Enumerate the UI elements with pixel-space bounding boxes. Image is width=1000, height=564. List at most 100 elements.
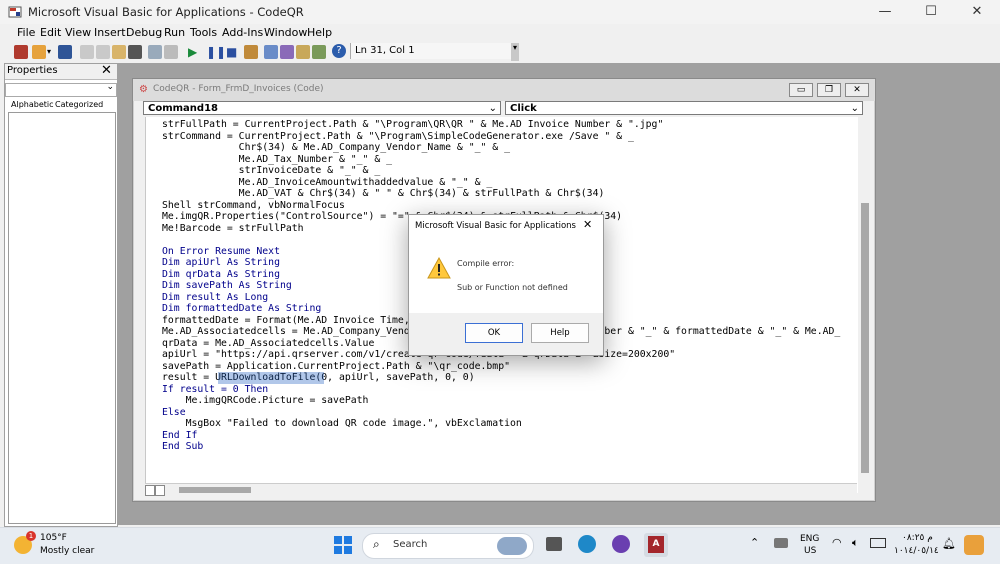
chevron-down-icon: ⌄	[488, 103, 497, 114]
code-line: End Sub	[162, 441, 204, 452]
menu-help[interactable]: Help	[307, 26, 332, 39]
code-close-button[interactable]: ✕	[845, 83, 869, 97]
object-combo[interactable]: Command18 ⌄	[143, 101, 501, 115]
search-placeholder: Search	[393, 539, 428, 550]
chevron-up-icon[interactable]: ⌃	[750, 536, 759, 549]
access-icon: A	[648, 536, 664, 553]
code-line: Chr$(34) & Me.AD_Company_Vendor_Name & "…	[162, 142, 510, 153]
chevron-down-icon: ⌄	[850, 103, 859, 114]
code-minimize-button[interactable]: ▭	[789, 83, 813, 97]
warning-icon	[427, 256, 451, 282]
dialog-close-icon[interactable]: ✕	[583, 218, 592, 231]
tab-categorized[interactable]: Categorized	[55, 100, 103, 109]
app-icon[interactable]	[612, 535, 630, 553]
vertical-scrollbar[interactable]	[859, 117, 871, 493]
object-selector[interactable]: ⌄	[5, 82, 117, 97]
copilot-icon[interactable]	[964, 535, 984, 555]
taskbar-search[interactable]: ⌕ Search	[362, 533, 534, 559]
dialog-title: Microsoft Visual Basic for Applications	[415, 221, 576, 231]
menu-insert[interactable]: Insert	[94, 26, 126, 39]
wifi-icon[interactable]: ◠	[832, 536, 842, 549]
design-mode-icon[interactable]	[244, 45, 258, 59]
procedure-combo[interactable]: Click ⌄	[505, 101, 863, 115]
code-line: End If	[162, 429, 198, 441]
undo-icon[interactable]	[148, 45, 162, 59]
code-line: Dim apiUrl As String	[162, 257, 280, 268]
network-off-icon[interactable]	[774, 538, 788, 548]
code-line: Else	[162, 406, 186, 418]
language-bottom[interactable]: US	[804, 546, 816, 556]
maximize-button[interactable]: ☐	[908, 0, 954, 24]
error-message: Sub or Function not defined	[457, 283, 568, 292]
menu-view[interactable]: View	[65, 26, 91, 39]
run-icon[interactable]: ▶	[188, 45, 197, 59]
view-access-icon[interactable]	[14, 45, 28, 59]
help-icon[interactable]: ?	[332, 44, 346, 58]
windows-start-icon[interactable]	[334, 536, 352, 554]
ok-button[interactable]: OK	[465, 323, 523, 343]
code-line: Me.AD_InvoiceAmountwithaddedvalue & "_" …	[162, 176, 493, 188]
code-line: If result = 0 Then	[162, 383, 269, 395]
standard-toolbar: ▾ ▶ ❚❚ ■ ? Ln 31, Col 1 ▾	[8, 43, 520, 62]
code-window-titlebar: ⚙ CodeQR - Form_FrmD_Invoices (Code) ▭ ❐…	[133, 79, 875, 101]
code-restore-button[interactable]: ❐	[817, 83, 841, 97]
access-taskbar-button[interactable]: A	[644, 533, 668, 557]
scroll-thumb[interactable]	[861, 203, 869, 473]
menu-run[interactable]: Run	[164, 26, 185, 39]
insert-module-icon[interactable]	[32, 45, 46, 59]
volume-icon[interactable]: 🔈︎	[852, 536, 859, 550]
battery-icon[interactable]	[870, 538, 886, 548]
full-module-view-icon[interactable]	[155, 485, 165, 496]
object-browser-icon[interactable]	[296, 45, 310, 59]
break-icon[interactable]: ❚❚	[206, 45, 226, 59]
save-icon[interactable]	[58, 45, 72, 59]
properties-list[interactable]	[8, 112, 116, 524]
notification-bell-icon[interactable]: 🔔︎	[942, 537, 956, 550]
paste-icon[interactable]	[112, 45, 126, 59]
code-line: Me.imgQRCode.Picture = savePath	[162, 395, 369, 406]
compile-error-dialog: Microsoft Visual Basic for Applications …	[408, 214, 604, 356]
redo-icon[interactable]	[164, 45, 178, 59]
menu-tools[interactable]: Tools	[190, 26, 217, 39]
code-line: Me.AD_VAT & Chr$(34) & " " & Chr$(34) & …	[162, 188, 605, 199]
reset-icon[interactable]: ■	[226, 45, 237, 59]
code-line: Shell strCommand, vbNormalFocus	[162, 199, 345, 211]
language-top[interactable]: ENG	[800, 534, 819, 544]
minimize-button[interactable]: —	[862, 0, 908, 24]
properties-window-icon[interactable]	[280, 45, 294, 59]
dialog-footer: OK Help	[409, 313, 603, 355]
menu-file[interactable]: File	[17, 26, 35, 39]
selection-highlight	[218, 372, 324, 384]
h-scroll-thumb[interactable]	[179, 487, 251, 493]
tab-alphabetic[interactable]: Alphabetic	[11, 100, 54, 109]
code-line: Dim qrData As String	[162, 268, 280, 280]
dropdown-arrow-icon[interactable]: ▾	[47, 47, 51, 56]
procedure-view-icon[interactable]	[145, 485, 155, 496]
code-line: Dim savePath As String	[162, 280, 292, 291]
search-highlight-icon	[497, 537, 527, 555]
code-line: Me.AD_Tax_Number & "_" & _	[162, 153, 393, 165]
toolbox-icon[interactable]	[312, 45, 326, 59]
error-heading: Compile error:	[457, 259, 515, 268]
menu-bar: File Edit View Insert Debug Run Tools Ad…	[0, 26, 1000, 42]
menu-debug[interactable]: Debug	[126, 26, 162, 39]
clock-date[interactable]: ١٠١٤/٠٥/١٤	[894, 546, 939, 556]
close-icon[interactable]: ✕	[101, 63, 112, 78]
find-icon[interactable]	[128, 45, 142, 59]
horizontal-scrollbar[interactable]	[145, 483, 857, 496]
clock-time[interactable]: م ٠٨:٢٥	[902, 533, 933, 543]
copy-icon[interactable]	[96, 45, 110, 59]
properties-title: Properties	[7, 65, 58, 76]
toolbar-options-icon[interactable]: ▾	[511, 43, 519, 61]
properties-titlebar: Properties ✕	[5, 63, 117, 80]
close-button[interactable]: ✕	[954, 0, 1000, 24]
cut-icon[interactable]	[80, 45, 94, 59]
edge-icon[interactable]	[578, 535, 596, 553]
weather-temp: 105°F	[40, 533, 67, 543]
menu-window[interactable]: Window	[264, 26, 307, 39]
project-explorer-icon[interactable]	[264, 45, 278, 59]
help-button[interactable]: Help	[531, 323, 589, 343]
task-view-icon[interactable]	[546, 537, 562, 551]
menu-addins[interactable]: Add-Ins	[222, 26, 263, 39]
menu-edit[interactable]: Edit	[40, 26, 61, 39]
